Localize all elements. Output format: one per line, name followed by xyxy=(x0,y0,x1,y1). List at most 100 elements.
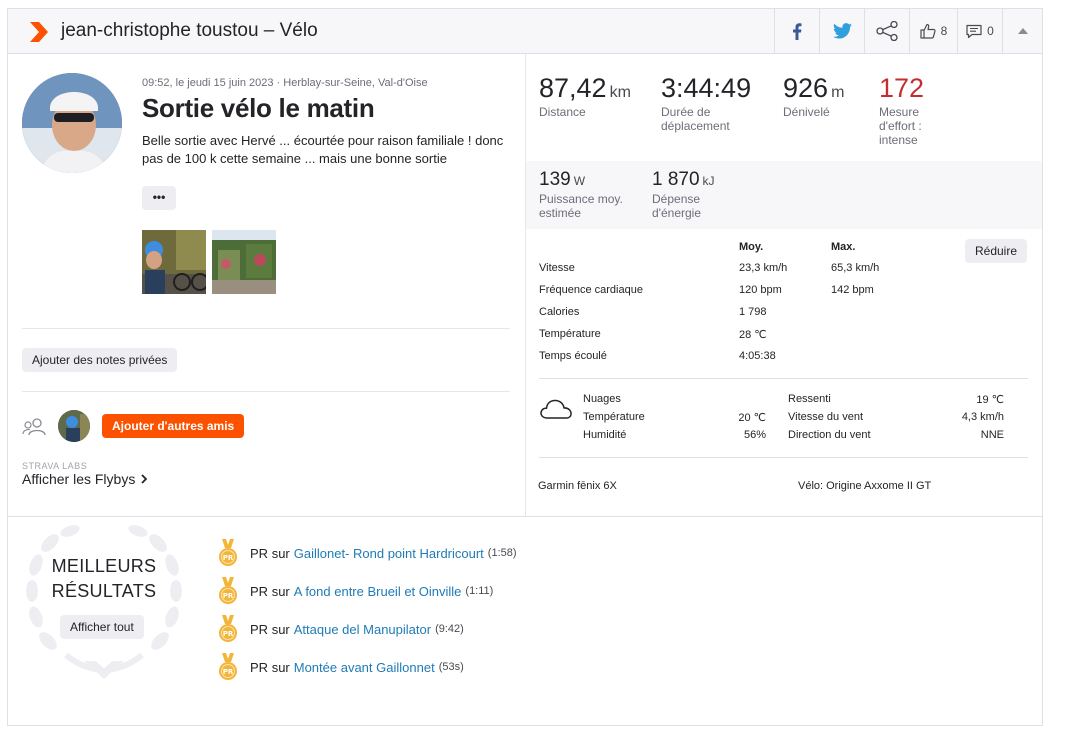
photo-thumbnail-1 xyxy=(142,230,206,294)
segment-time: (1:58) xyxy=(487,547,517,559)
stat-energy: 1 870 kJ Dépense d'énergie xyxy=(652,169,732,220)
facebook-icon xyxy=(793,22,802,40)
stat-elevation: 926 m Dénivelé xyxy=(783,73,844,119)
elevation-label: Dénivelé xyxy=(783,105,830,119)
effort-label: Mesure d'effort : intense xyxy=(879,105,922,147)
activity-photo-1[interactable] xyxy=(142,230,206,294)
twitter-share-button[interactable] xyxy=(819,9,864,53)
comments-button[interactable]: 0 xyxy=(957,9,1002,53)
detail-label: Vitesse xyxy=(539,262,575,274)
stat-distance: 87,42 km Distance xyxy=(539,73,631,119)
pr-on: sur xyxy=(271,583,290,599)
weather-wind-speed-value: 4,3 km/h xyxy=(961,411,1004,423)
distance-value: 87,42 xyxy=(539,73,607,103)
strava-labs-label: STRAVA LABS xyxy=(22,461,88,471)
detail-label: Fréquence cardiaque xyxy=(539,284,643,296)
kudos-count: 8 xyxy=(940,24,948,38)
bike-name[interactable]: Vélo: Origine Axxome II GT xyxy=(798,480,931,492)
friend-avatar[interactable] xyxy=(58,410,90,442)
pr-on: sur xyxy=(271,545,290,561)
header-actions: 8 0 xyxy=(774,9,1042,53)
device-name: Garmin fēnix 6X xyxy=(538,480,617,492)
segment-link[interactable]: Attaque del Manupilator xyxy=(294,622,431,637)
pr-item: PR PR sur Montée avant Gaillonnet (53s) xyxy=(218,653,464,681)
weather-wind-speed-label: Vitesse du vent xyxy=(788,411,864,423)
distance-unit: km xyxy=(609,84,631,101)
energy-label: Dépense d'énergie xyxy=(652,192,701,220)
segment-link[interactable]: Montée avant Gaillonnet xyxy=(294,660,435,675)
moving-time-label: Durée de déplacement xyxy=(661,105,730,133)
pr-prefix: PR xyxy=(250,583,269,599)
activity-title[interactable]: Sortie vélo le matin xyxy=(142,93,375,124)
detail-label: Température xyxy=(539,328,601,340)
detail-row-temperature: Température 28 ℃ xyxy=(539,328,959,350)
add-friends-button[interactable]: Ajouter d'autres amis xyxy=(102,414,245,438)
twitter-icon xyxy=(832,23,852,39)
header-title: jean-christophe toustou – Vélo xyxy=(61,20,318,41)
detail-row-speed: Vitesse 23,3 km/h 65,3 km/h xyxy=(539,262,959,284)
add-private-notes-button[interactable]: Ajouter des notes privées xyxy=(22,348,178,372)
comment-icon xyxy=(966,24,982,38)
flybys-link[interactable]: Afficher les Flybys xyxy=(22,471,148,487)
activity-panel: jean-christophe toustou – Vélo 8 0 09:52… xyxy=(7,8,1043,726)
weather-feels-label: Ressenti xyxy=(788,393,831,405)
detail-row-heart-rate: Fréquence cardiaque 120 bpm 142 bpm xyxy=(539,284,959,306)
detail-label: Temps écoulé xyxy=(539,350,607,362)
best-results-title: MEILLEURS RÉSULTATS xyxy=(32,554,176,604)
expand-description-button[interactable]: ••• xyxy=(142,186,176,210)
elevation-value: 926 xyxy=(783,73,829,103)
pr-prefix: PR xyxy=(250,545,269,561)
moving-time-value: 3:44:49 xyxy=(661,73,752,103)
photo-thumbnail-2 xyxy=(212,230,276,294)
detail-row-calories: Calories 1 798 xyxy=(539,306,959,328)
max-column-header: Max. xyxy=(831,241,856,253)
divider xyxy=(539,457,1028,458)
medal-icon: PR xyxy=(219,539,237,566)
medal-icon: PR xyxy=(219,615,237,642)
best-results-title-line2: RÉSULTATS xyxy=(51,581,157,601)
detail-max: 65,3 km/h xyxy=(831,262,880,274)
power-label: Puissance moy. estimée xyxy=(539,192,623,220)
distance-label: Distance xyxy=(539,105,586,119)
segment-link[interactable]: A fond entre Brueil et Oinville xyxy=(294,584,462,599)
medal-label: PR xyxy=(223,668,234,676)
activity-header: jean-christophe toustou – Vélo 8 0 xyxy=(8,9,1042,54)
pr-item: PR PR sur A fond entre Brueil et Oinvill… xyxy=(218,577,493,605)
description-fade xyxy=(142,167,514,181)
group-icon xyxy=(22,418,46,436)
best-results-title-line1: MEILLEURS xyxy=(51,556,157,576)
segment-link[interactable]: Gaillonet- Rond point Hardricourt xyxy=(294,546,484,561)
stat-moving-time: 3:44:49 Durée de déplacement xyxy=(661,73,769,133)
stat-power: 139 W Puissance moy. estimée xyxy=(539,169,639,220)
effort-value: 172 xyxy=(879,73,925,103)
detail-avg: 4:05:38 xyxy=(739,350,776,362)
facebook-share-button[interactable] xyxy=(774,9,819,53)
reduce-button[interactable]: Réduire xyxy=(965,239,1027,263)
pr-item: PR PR sur Attaque del Manupilator (9:42) xyxy=(218,615,464,643)
detail-label: Calories xyxy=(539,306,580,318)
strava-chevron-icon xyxy=(30,22,48,42)
chevron-right-icon xyxy=(141,474,148,484)
divider xyxy=(22,328,510,329)
kudos-button[interactable]: 8 xyxy=(909,9,957,53)
athlete-avatar[interactable] xyxy=(22,73,122,173)
avg-column-header: Moy. xyxy=(739,241,764,253)
energy-value: 1 870 xyxy=(652,169,700,190)
pr-on: sur xyxy=(271,621,290,637)
share-icon xyxy=(876,21,898,41)
show-all-button[interactable]: Afficher tout xyxy=(60,615,144,639)
pr-prefix: PR xyxy=(250,621,269,637)
medal-label: PR xyxy=(223,554,234,562)
stat-effort[interactable]: 172 Mesure d'effort : intense xyxy=(879,73,949,147)
detail-max: 142 bpm xyxy=(831,284,874,296)
divider xyxy=(22,391,510,392)
medal-label: PR xyxy=(223,592,234,600)
collapse-toggle[interactable] xyxy=(1002,9,1042,53)
activity-photo-2[interactable] xyxy=(212,230,276,294)
detail-avg: 120 bpm xyxy=(739,284,782,296)
weather-feels-value: 19 ℃ xyxy=(976,394,1004,406)
weather-humidity-value: 56% xyxy=(743,429,766,441)
share-button[interactable] xyxy=(864,9,909,53)
medal-icon: PR xyxy=(219,653,237,680)
medal-icon: PR xyxy=(219,577,237,604)
